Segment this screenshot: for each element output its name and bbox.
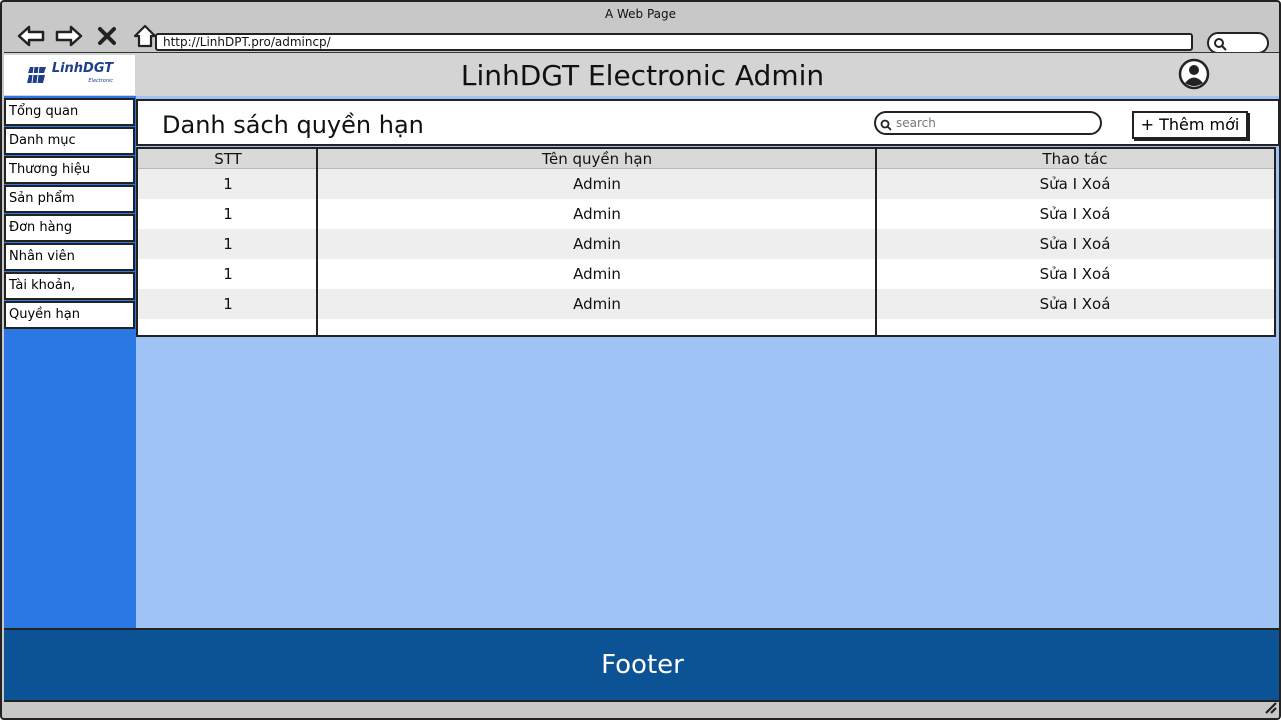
table-row: 1 Admin Sửa I Xoá — [138, 229, 1274, 259]
permissions-table: STT Tên quyền hạn Thao tác 1 Admin Sửa I… — [136, 147, 1276, 337]
sidebar-item-san-pham[interactable]: Sản phẩm — [4, 185, 135, 213]
cell-stt: 1 — [223, 175, 233, 193]
cell-stt: 1 — [223, 235, 233, 253]
edit-delete-actions[interactable]: Sửa I Xoá — [876, 199, 1274, 229]
browser-search-box[interactable] — [1207, 32, 1269, 54]
column-header-actions[interactable]: Thao tác — [876, 149, 1274, 169]
edit-delete-actions[interactable]: Sửa I Xoá — [876, 259, 1274, 289]
resize-handle-icon[interactable] — [1263, 699, 1277, 718]
sidebar-item-danh-muc[interactable]: Danh mục — [4, 127, 135, 155]
cell-name: Admin — [573, 205, 621, 223]
column-header-name[interactable]: Tên quyền hạn — [318, 149, 876, 169]
sidebar-item-nhan-vien[interactable]: Nhân viên — [4, 243, 135, 271]
cell-name: Admin — [573, 265, 621, 283]
table-header: STT Tên quyền hạn Thao tác — [138, 149, 1274, 169]
cell-name: Admin — [573, 295, 621, 313]
close-icon[interactable] — [92, 22, 122, 50]
forward-arrow-icon[interactable] — [54, 22, 84, 50]
page-title: Danh sách quyền hạn — [162, 111, 424, 139]
back-arrow-icon[interactable] — [16, 22, 46, 50]
logo-subtext: Electronic — [88, 78, 114, 84]
url-bar[interactable]: http://LinhDPT.pro/admincp/ — [155, 33, 1193, 51]
browser-page-title: A Web Page — [604, 7, 677, 21]
app-header: LinhDGT Electronic LinhDGT Electronic Ad… — [4, 52, 1279, 96]
sidebar-item-thuong-hieu[interactable]: Thương hiệu — [4, 156, 135, 184]
sidebar-item-don-hang[interactable]: Đơn hàng — [4, 214, 135, 242]
user-avatar-icon[interactable] — [1178, 58, 1210, 90]
table-row: 1 Admin Sửa I Xoá — [138, 199, 1274, 229]
table-row: 1 Admin Sửa I Xoá — [138, 259, 1274, 289]
edit-delete-actions[interactable]: Sửa I Xoá — [876, 229, 1274, 259]
search-icon — [880, 117, 892, 137]
table-row: 1 Admin Sửa I Xoá — [138, 289, 1274, 319]
cell-stt: 1 — [223, 205, 233, 223]
edit-delete-actions[interactable]: Sửa I Xoá — [876, 289, 1274, 319]
sidebar-item-quyen-han[interactable]: Quyền hạn — [4, 301, 135, 329]
app-title: LinhDGT Electronic Admin — [460, 59, 825, 92]
column-header-stt[interactable]: STT — [138, 149, 318, 169]
search-placeholder: search — [896, 116, 936, 130]
browser-window: A Web Page http://LinhDPT.pro/admincp/ L — [0, 0, 1281, 720]
sidebar: Tổng quan Danh mục Thương hiệu Sản phẩm … — [4, 96, 136, 628]
sidebar-item-tong-quan[interactable]: Tổng quan — [4, 98, 135, 126]
add-new-button[interactable]: + Thêm mới — [1132, 111, 1248, 139]
browser-nav — [16, 22, 160, 50]
main-content: Danh sách quyền hạn search + Thêm mới ST… — [136, 96, 1279, 628]
cell-name: Admin — [573, 235, 621, 253]
table-row: 1 Admin Sửa I Xoá — [138, 169, 1274, 199]
edit-delete-actions[interactable]: Sửa I Xoá — [876, 169, 1274, 199]
logo-text: LinhDGT Electronic — [52, 62, 114, 87]
search-input[interactable]: search — [874, 111, 1102, 135]
cell-stt: 1 — [223, 295, 233, 313]
column-divider — [875, 149, 877, 335]
cell-name: Admin — [573, 175, 621, 193]
cell-stt: 1 — [223, 265, 233, 283]
column-divider — [316, 149, 318, 335]
list-toolbar: Danh sách quyền hạn search + Thêm mới — [136, 99, 1279, 146]
footer-text: Footer — [601, 650, 684, 680]
footer: Footer — [4, 628, 1279, 702]
sidebar-item-tai-khoan[interactable]: Tài khoản, — [4, 272, 135, 300]
logo[interactable]: LinhDGT Electronic — [4, 55, 135, 95]
logo-icon — [26, 66, 46, 84]
status-bar — [4, 699, 1279, 718]
